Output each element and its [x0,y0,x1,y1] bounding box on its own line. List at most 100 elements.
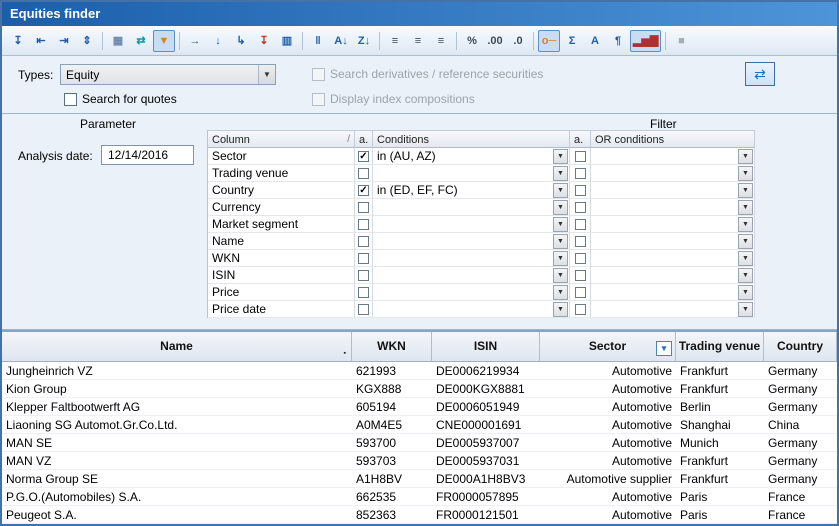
sort-ascending-icon[interactable]: A↓ [330,30,352,52]
export-icon[interactable]: ↧ [7,30,29,52]
filter-active-checkbox[interactable] [358,270,369,281]
table-row[interactable]: Norma Group SEA1H8BVDE000A1H8BV3Automoti… [2,470,837,488]
filter-or-condition-cell[interactable]: ▼ [591,216,755,233]
or-condition-dropdown-button[interactable]: ▼ [738,149,753,164]
increase-decimal-icon[interactable]: .00 [484,30,506,52]
or-condition-dropdown-button[interactable]: ▼ [738,251,753,266]
filter-or-active-checkbox[interactable] [575,287,586,298]
decrease-decimal-icon[interactable]: .0 [507,30,529,52]
condition-dropdown-button[interactable]: ▼ [553,200,568,215]
fit-to-width-icon[interactable]: ⇤ [30,30,52,52]
sum-row-icon[interactable]: ↧ [253,30,275,52]
filter-or-active-checkbox[interactable] [575,236,586,247]
or-condition-dropdown-button[interactable]: ▼ [738,302,753,317]
table-icon[interactable]: ▥ [276,30,298,52]
filter-active-checkbox[interactable] [358,168,369,179]
filter-condition-cell[interactable]: ▼ [373,165,570,182]
filter-active-checkbox[interactable]: ✓ [358,185,369,196]
filter-or-active-checkbox[interactable] [575,185,586,196]
align-right-icon[interactable]: ≡ [430,30,452,52]
condition-dropdown-button[interactable]: ▼ [553,251,568,266]
search-quotes-checkbox[interactable]: Search for quotes [64,92,177,106]
table-row[interactable]: Peugeot S.A.852363FR0000121501Automotive… [2,506,837,524]
align-left-icon[interactable]: ≡ [384,30,406,52]
or-condition-dropdown-button[interactable]: ▼ [738,166,753,181]
sector-filter-button[interactable]: ▾ [656,341,672,356]
filter-condition-cell[interactable]: ▼ [373,284,570,301]
or-condition-dropdown-button[interactable]: ▼ [738,217,753,232]
filter-or-condition-cell[interactable]: ▼ [591,250,755,267]
table-row[interactable]: Kion GroupKGX888DE000KGX8881AutomotiveFr… [2,380,837,398]
checkbox-box[interactable] [64,93,77,106]
filter-active-checkbox[interactable]: ✓ [358,151,369,162]
condition-dropdown-button[interactable]: ▼ [553,285,568,300]
align-center-icon[interactable]: ≡ [407,30,429,52]
condition-dropdown-button[interactable]: ▼ [553,149,568,164]
chevron-down-icon[interactable]: ▼ [258,65,275,84]
filter-or-condition-cell[interactable]: ▼ [591,301,755,318]
condition-dropdown-button[interactable]: ▼ [553,166,568,181]
filter-active-checkbox[interactable] [358,253,369,264]
sum-icon[interactable]: Σ [561,30,583,52]
move-row-icon[interactable]: ↳ [230,30,252,52]
refresh-icon[interactable]: ⇄ [130,30,152,52]
table-row[interactable]: P.G.O.(Automobiles) S.A.662535FR00000578… [2,488,837,506]
filter-header-column[interactable]: Column / [208,130,355,148]
column-header-sector[interactable]: Sector▾ [540,332,676,362]
filter-or-active-checkbox[interactable] [575,253,586,264]
filter-field-label[interactable]: Price date [208,301,355,318]
filter-or-condition-cell[interactable]: ▼ [591,233,755,250]
insert-row-icon[interactable]: ↓ [207,30,229,52]
filter-or-active-checkbox[interactable] [575,270,586,281]
percent-icon[interactable]: % [461,30,483,52]
filter-or-condition-cell[interactable]: ▼ [591,199,755,216]
or-condition-dropdown-button[interactable]: ▼ [738,268,753,283]
format-icon[interactable]: ¶ [607,30,629,52]
or-condition-dropdown-button[interactable]: ▼ [738,234,753,249]
filter-field-label[interactable]: Sector [208,148,355,165]
autofit-icon[interactable]: ⇕ [76,30,98,52]
condition-dropdown-button[interactable]: ▼ [553,302,568,317]
filter-field-label[interactable]: Market segment [208,216,355,233]
condition-dropdown-button[interactable]: ▼ [553,234,568,249]
column-header-wkn[interactable]: WKN [352,332,432,362]
filter-or-condition-cell[interactable]: ▼ [591,165,755,182]
key-icon[interactable]: o─ [538,30,560,52]
filter-condition-cell[interactable]: in (AU, AZ)▼ [373,148,570,165]
filter-or-condition-cell[interactable]: ▼ [591,284,755,301]
filter-field-label[interactable]: Price [208,284,355,301]
filter-field-label[interactable]: Country [208,182,355,199]
table-row[interactable]: Klepper Faltbootwerft AG605194DE00060519… [2,398,837,416]
chart-icon[interactable]: ▂▅▇ [630,30,661,52]
or-condition-dropdown-button[interactable]: ▼ [738,183,753,198]
condition-dropdown-button[interactable]: ▼ [553,183,568,198]
filter-or-condition-cell[interactable]: ▼ [591,148,755,165]
sort-descending-icon[interactable]: Z↓ [353,30,375,52]
column-header-country[interactable]: Country [764,332,837,362]
types-dropdown[interactable]: Equity ▼ [60,64,276,85]
filter-or-condition-cell[interactable]: ▼ [591,182,755,199]
table-row[interactable]: MAN SE593700DE0005937007AutomotiveMunich… [2,434,837,452]
table-row[interactable]: MAN VZ593703DE0005937031AutomotiveFrankf… [2,452,837,470]
column-header-name[interactable]: Name▪ [2,332,352,362]
filter-field-label[interactable]: WKN [208,250,355,267]
filter-field-label[interactable]: Currency [208,199,355,216]
filter-or-condition-cell[interactable]: ▼ [591,267,755,284]
filter-active-checkbox[interactable] [358,304,369,315]
filter-or-active-checkbox[interactable] [575,168,586,179]
columns-icon[interactable]: ‖ [307,30,329,52]
filter-field-label[interactable]: ISIN [208,267,355,284]
filter-condition-cell[interactable]: ▼ [373,250,570,267]
font-icon[interactable]: A [584,30,606,52]
column-header-isin[interactable]: ISIN [432,332,540,362]
filter-field-label[interactable]: Trading venue [208,165,355,182]
insert-column-icon[interactable]: → [184,30,206,52]
condition-dropdown-button[interactable]: ▼ [553,217,568,232]
filter-or-active-checkbox[interactable] [575,304,586,315]
refresh-search-button[interactable]: ⇄ [745,62,775,86]
fit-to-height-icon[interactable]: ⇥ [53,30,75,52]
filter-field-label[interactable]: Name [208,233,355,250]
filter-condition-cell[interactable]: ▼ [373,216,570,233]
filter-active-checkbox[interactable] [358,202,369,213]
filter-condition-cell[interactable]: ▼ [373,267,570,284]
